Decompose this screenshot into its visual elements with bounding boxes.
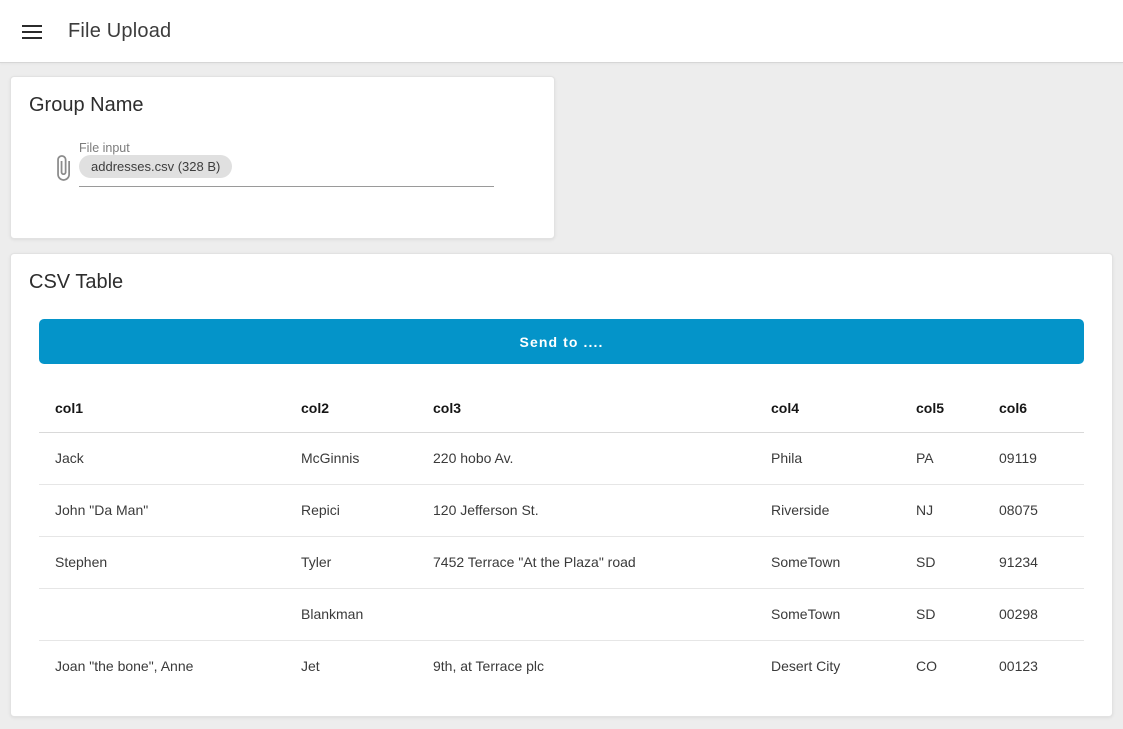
- table-cell: 09119: [983, 432, 1084, 484]
- table-cell: 08075: [983, 484, 1084, 536]
- table-cell: Jet: [285, 640, 417, 692]
- table-cell: 00123: [983, 640, 1084, 692]
- column-header: col4: [755, 384, 900, 432]
- csv-table-card-title: CSV Table: [29, 271, 123, 294]
- table-row: JackMcGinnis220 hobo Av.PhilaPA09119: [39, 432, 1084, 484]
- table-cell: PA: [900, 432, 983, 484]
- table-cell: Joan "the bone", Anne: [39, 640, 285, 692]
- table-cell: SD: [900, 536, 983, 588]
- column-header: col2: [285, 384, 417, 432]
- table-cell: Stephen: [39, 536, 285, 588]
- file-input-underline[interactable]: [79, 186, 494, 187]
- file-input-label: File input: [79, 141, 130, 155]
- csv-table-container: col1col2col3col4col5col6 JackMcGinnis220…: [39, 384, 1084, 692]
- table-cell: SomeTown: [755, 588, 900, 640]
- hamburger-menu-icon[interactable]: [14, 14, 50, 50]
- table-cell: NJ: [900, 484, 983, 536]
- hamburger-bar: [22, 25, 42, 27]
- send-to-button[interactable]: Send to ....: [39, 319, 1084, 364]
- group-name-card-title: Group Name: [29, 94, 144, 117]
- table-header-row: col1col2col3col4col5col6: [39, 384, 1084, 432]
- table-cell: 120 Jefferson St.: [417, 484, 755, 536]
- column-header: col1: [39, 384, 285, 432]
- hamburger-bar: [22, 31, 42, 33]
- table-row: StephenTyler7452 Terrace "At the Plaza" …: [39, 536, 1084, 588]
- table-cell: 220 hobo Av.: [417, 432, 755, 484]
- column-header: col5: [900, 384, 983, 432]
- table-cell: 00298: [983, 588, 1084, 640]
- page-title: File Upload: [68, 0, 171, 63]
- app-bar: File Upload: [0, 0, 1123, 63]
- csv-table: col1col2col3col4col5col6 JackMcGinnis220…: [39, 384, 1084, 692]
- table-cell: Blankman: [285, 588, 417, 640]
- table-row: Joan "the bone", AnneJet9th, at Terrace …: [39, 640, 1084, 692]
- table-body: JackMcGinnis220 hobo Av.PhilaPA09119John…: [39, 432, 1084, 692]
- table-cell: McGinnis: [285, 432, 417, 484]
- table-cell: Riverside: [755, 484, 900, 536]
- table-cell: SomeTown: [755, 536, 900, 588]
- table-cell: Repici: [285, 484, 417, 536]
- table-cell: [39, 588, 285, 640]
- table-cell: [417, 588, 755, 640]
- file-chip[interactable]: addresses.csv (328 B): [79, 155, 232, 178]
- table-cell: 9th, at Terrace plc: [417, 640, 755, 692]
- table-row: Blankman SomeTownSD00298: [39, 588, 1084, 640]
- paperclip-icon[interactable]: [49, 149, 77, 187]
- hamburger-bar: [22, 37, 42, 39]
- table-cell: Phila: [755, 432, 900, 484]
- table-cell: Tyler: [285, 536, 417, 588]
- table-cell: 7452 Terrace "At the Plaza" road: [417, 536, 755, 588]
- table-cell: John "Da Man": [39, 484, 285, 536]
- column-header: col6: [983, 384, 1084, 432]
- table-cell: 91234: [983, 536, 1084, 588]
- table-cell: Desert City: [755, 640, 900, 692]
- table-row: John "Da Man"Repici120 Jefferson St.Rive…: [39, 484, 1084, 536]
- group-name-card: Group Name File input addresses.csv (328…: [10, 76, 555, 239]
- table-cell: SD: [900, 588, 983, 640]
- csv-table-card: CSV Table Send to .... col1col2col3col4c…: [10, 253, 1113, 717]
- column-header: col3: [417, 384, 755, 432]
- table-cell: CO: [900, 640, 983, 692]
- table-cell: Jack: [39, 432, 285, 484]
